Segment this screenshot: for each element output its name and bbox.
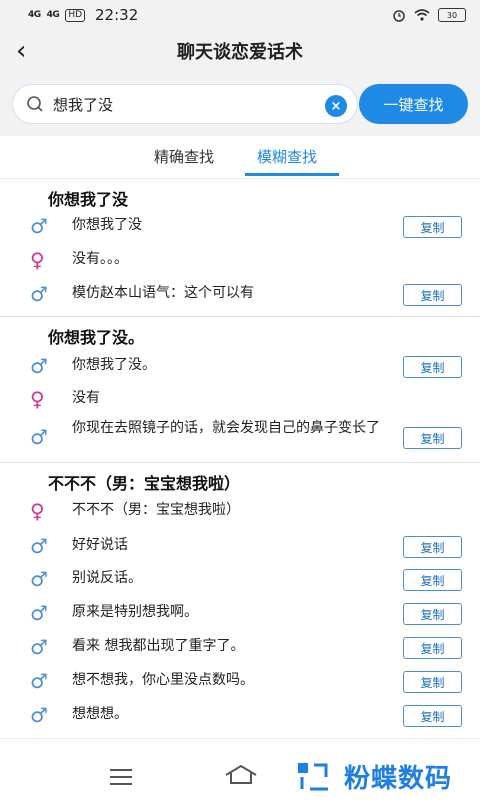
copy-button[interactable]: 复制: [403, 569, 462, 591]
app-header: ‹ 聊天谈恋爱话术: [0, 30, 480, 72]
signal-1-label: 4G: [28, 9, 41, 20]
group-title: 你想我了没。: [48, 328, 145, 347]
tab-indicator: [245, 173, 339, 176]
phrase-text: 没有。。。: [72, 251, 128, 267]
copy-button[interactable]: 复制: [403, 637, 462, 659]
battery-icon: 30: [438, 8, 466, 22]
copy-button[interactable]: 复制: [403, 705, 462, 727]
divider: [0, 462, 480, 463]
female-icon: ♀: [30, 387, 45, 411]
group-title: 不不不（男：宝宝想我啦）: [48, 474, 241, 493]
page-title: 聊天谈恋爱话术: [177, 42, 303, 63]
watermark-logo-icon: [298, 762, 328, 790]
status-bar: 4G 4G HD 22:32 30: [0, 0, 480, 30]
copy-button[interactable]: 复制: [403, 536, 462, 558]
male-icon: ♂: [30, 214, 48, 238]
female-icon: ♀: [30, 499, 45, 523]
hd-badge: HD: [65, 8, 86, 22]
home-icon[interactable]: [224, 763, 258, 785]
phrase-text: 想不想我，你心里没点数吗。: [72, 672, 254, 688]
phrase-text: 别说反话。: [72, 570, 142, 586]
male-icon: ♂: [30, 534, 48, 558]
search-icon: [27, 96, 43, 112]
search-box[interactable]: ×: [12, 84, 358, 124]
male-icon: ♂: [30, 567, 48, 591]
back-button[interactable]: ‹: [16, 36, 26, 66]
wifi-icon: [414, 9, 430, 21]
phrase-text: 原来是特别想我啊。: [72, 604, 198, 620]
divider: [0, 316, 480, 317]
male-icon: ♂: [30, 703, 48, 727]
male-icon: ♂: [30, 601, 48, 625]
status-time: 22:32: [95, 6, 139, 24]
phrase-text: 你现在去照镜子的话，就会发现自己的鼻子变长了: [72, 420, 380, 436]
status-right: 30: [392, 8, 466, 22]
watermark: 粉蝶数码: [296, 758, 452, 795]
male-icon: ♂: [30, 354, 48, 378]
tab-fuzzy[interactable]: 模糊查找: [257, 146, 317, 167]
phrase-text: 好好说话: [72, 537, 128, 553]
clear-icon[interactable]: ×: [325, 95, 347, 117]
phrase-text: 看来 想我都出现了重字了。: [72, 638, 245, 654]
copy-button[interactable]: 复制: [403, 356, 462, 378]
search-input[interactable]: [51, 94, 295, 114]
male-icon: ♂: [30, 669, 48, 693]
alarm-icon: [393, 10, 405, 22]
status-left: 4G 4G HD 22:32: [28, 6, 138, 24]
menu-icon[interactable]: [110, 769, 132, 790]
male-icon: ♂: [30, 425, 48, 449]
watermark-text: 粉蝶数码: [344, 764, 453, 794]
copy-button[interactable]: 复制: [403, 216, 462, 238]
phrase-text: 你想我了没。: [72, 357, 156, 373]
copy-button[interactable]: 复制: [403, 671, 462, 693]
search-row: × 一键查找: [0, 72, 480, 136]
tab-exact[interactable]: 精确查找: [154, 146, 214, 167]
tab-bar: 精确查找 模糊查找: [0, 138, 480, 178]
male-icon: ♂: [30, 282, 48, 306]
phrase-text: 你想我了没: [72, 217, 142, 233]
copy-button[interactable]: 复制: [403, 603, 462, 625]
signal-2-label: 4G: [46, 9, 60, 20]
male-icon: ♂: [30, 635, 48, 659]
phrase-text: 模仿赵本山语气：这个可以有: [72, 285, 254, 301]
phrase-text: 想想想。: [72, 706, 128, 722]
female-icon: ♀: [30, 248, 45, 272]
copy-button[interactable]: 复制: [403, 427, 462, 449]
group-title: 你想我了没: [48, 190, 129, 209]
divider: [0, 178, 480, 179]
phrase-text: 不不不（男：宝宝想我啦）: [72, 502, 240, 518]
copy-button[interactable]: 复制: [403, 284, 462, 306]
search-button[interactable]: 一键查找: [359, 84, 468, 124]
phrase-text: 没有: [72, 390, 100, 406]
